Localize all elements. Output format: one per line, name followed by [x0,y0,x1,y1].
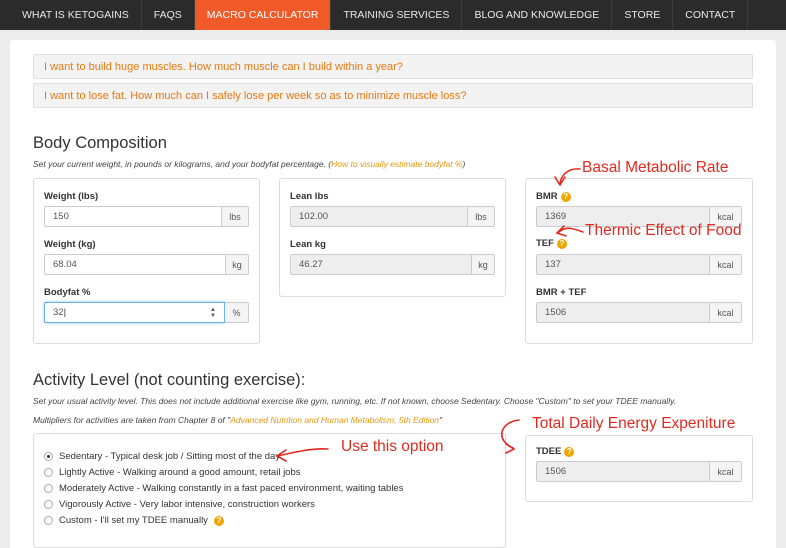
arrow-tef [558,227,584,233]
arrow-tdee [501,419,520,449]
annotation-arrows [275,168,584,462]
arrow-tdee-head [505,443,516,454]
